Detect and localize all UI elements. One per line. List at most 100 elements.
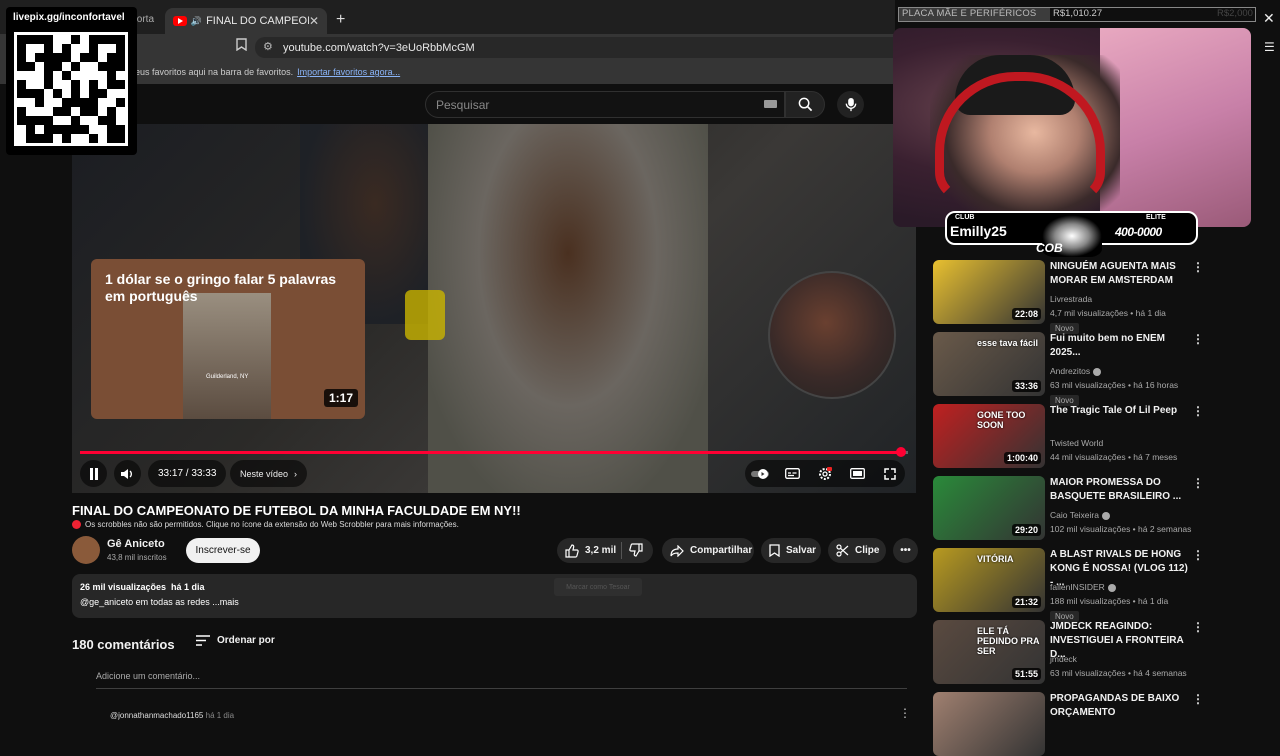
recommendation-menu-icon[interactable]: ⋮ [1192,620,1204,634]
recommendation-thumbnail[interactable] [933,692,1045,756]
recommendation-title[interactable]: Fui muito bem no ENEM 2025... [1050,332,1190,360]
recommendation-duration: 33:36 [1011,380,1041,392]
qr-module [89,80,98,89]
end-card-channel-avatar[interactable] [768,271,896,399]
qr-module [116,98,125,107]
recommendation-title[interactable]: MAIOR PROMESSA DO BASQUETE BRASILEIRO ..… [1050,476,1190,504]
window-close-icon[interactable]: ✕ [1263,10,1275,27]
description-text[interactable]: @ge_aniceto em todas as redes ...mais [80,597,239,607]
site-info-icon[interactable]: ⚙ [263,40,273,53]
qr-module [35,107,44,116]
recommendation-thumbnail[interactable]: GONE TOO SOON 1:00:40 [933,404,1045,468]
qr-url-text: livepix.gg/inconfortavel [13,12,125,23]
recommendation-thumbnail[interactable]: esse tava fácil 33:36 [933,332,1045,396]
verified-icon [1093,367,1102,376]
sort-comments-button[interactable]: Ordenar por [196,635,275,646]
channel-avatar[interactable] [72,536,100,564]
thumbnail-overlay-text: VITÓRIA [977,554,1014,564]
recommendation-thumbnail[interactable]: 29:20 [933,476,1045,540]
recommendation-channel[interactable]: fallenINSIDER [1050,582,1116,592]
qr-module [35,71,44,80]
tab-close-icon[interactable]: ✕ [309,14,319,28]
recommendation-channel[interactable]: Twisted World [1050,438,1103,448]
subtitles-icon[interactable] [784,467,802,481]
pause-button[interactable] [80,460,107,487]
comment-author[interactable]: @jonnathanmachado1165 há 1 dia [110,711,234,720]
qr-module [35,44,44,53]
qr-module [62,98,71,107]
save-button[interactable]: Salvar [761,538,821,563]
recommendation-thumbnail[interactable]: 22:08 [933,260,1045,324]
search-button[interactable] [785,91,825,118]
url-field[interactable]: youtube.com/watch?v=3eUoRbbMcGM [255,37,895,58]
recommendation-channel[interactable]: Andrezitos [1050,366,1102,376]
qr-module [107,125,116,134]
volume-button[interactable] [114,460,141,487]
qr-module [53,116,62,125]
recommendation-channel[interactable]: jmdeck [1050,654,1077,664]
recommendation-title[interactable]: NINGUÉM AGUENTA MAIS MORAR EM AMSTERDAM [1050,260,1190,288]
qr-module [17,53,26,62]
recommendation-channel-name: Twisted World [1050,438,1104,448]
qr-module [107,71,116,80]
fullscreen-icon[interactable] [881,467,899,481]
time-text: 33:17 / 33:33 [158,468,217,479]
qr-module [107,62,116,71]
qr-module [62,80,71,89]
progress-bar-fill [80,451,902,454]
qr-module [35,116,44,125]
qr-module [44,134,53,143]
recommendation-channel-name: Livrestrada [1050,294,1093,304]
scissors-icon [836,544,849,557]
autoplay-toggle-icon[interactable] [751,467,769,481]
qr-module [17,89,26,98]
recommendation-title[interactable]: PROPAGANDAS DE BAIXO ORÇAMENTO [1050,692,1190,720]
chapter-button[interactable]: Neste vídeo › [230,460,308,487]
channel-name[interactable]: Gê Aniceto [107,538,165,550]
recommendation-menu-icon[interactable]: ⋮ [1192,404,1204,418]
recommendation-title[interactable]: The Tragic Tale Of Lil Peep [1050,404,1190,418]
recommendation-menu-icon[interactable]: ⋮ [1192,476,1204,490]
subscribe-button[interactable]: Inscrever-se [186,538,260,563]
theater-mode-icon[interactable] [849,467,867,481]
hamburger-menu-icon[interactable]: ☰ [1264,40,1275,54]
qr-module [53,35,62,44]
voice-search-button[interactable] [837,91,864,118]
bookmark-icon[interactable] [236,38,247,54]
recommendation-channel[interactable]: Caio Teixeira [1050,510,1110,520]
end-card-thumbnail [183,293,271,419]
new-tab-icon[interactable]: + [336,11,345,29]
search-input[interactable]: Pesquisar [425,91,785,118]
recommendation-channel[interactable]: Livrestrada [1050,294,1092,304]
player-right-controls [745,460,905,487]
keyboard-icon[interactable] [764,100,777,108]
browser-tab-active[interactable]: 🔊 FINAL DO CAMPEONATO DE ✕ [165,8,327,34]
recommendation-menu-icon[interactable]: ⋮ [1192,548,1204,562]
recommendation-menu-icon[interactable]: ⋮ [1192,692,1204,706]
dislike-button[interactable] [629,543,643,562]
qr-module [62,71,71,80]
import-bookmarks-link[interactable]: Importar favoritos agora... [297,67,400,77]
qr-module [26,53,35,62]
add-comment-input[interactable]: Adicione um comentário... [96,671,907,689]
recommendation-menu-icon[interactable]: ⋮ [1192,332,1204,346]
recommendation-thumbnail[interactable]: VITÓRIA 21:32 [933,548,1045,612]
qr-module [35,62,44,71]
qr-module [62,125,71,134]
comment-time: há 1 dia [205,711,235,720]
qr-module [80,89,89,98]
nameplate-sub: COB [1036,241,1063,255]
browser-tab-previous[interactable]: forta [134,14,154,25]
description-box[interactable] [72,574,917,618]
team-crest-image [405,290,445,340]
end-card-title: 1 dólar se o gringo falar 5 palavras em … [105,271,337,304]
settings-icon[interactable] [816,466,834,481]
qr-module [17,107,26,116]
recommendation-thumbnail[interactable]: ELE TÁ PEDINDO PRA SER 51:55 [933,620,1045,684]
comment-menu-icon[interactable]: ⋮ [899,706,911,720]
share-button[interactable]: Compartilhar [662,538,754,563]
qr-module [71,53,80,62]
more-actions-button[interactable]: ••• [893,538,918,563]
recommendation-menu-icon[interactable]: ⋮ [1192,260,1204,274]
clip-button[interactable]: Clipe [828,538,886,563]
